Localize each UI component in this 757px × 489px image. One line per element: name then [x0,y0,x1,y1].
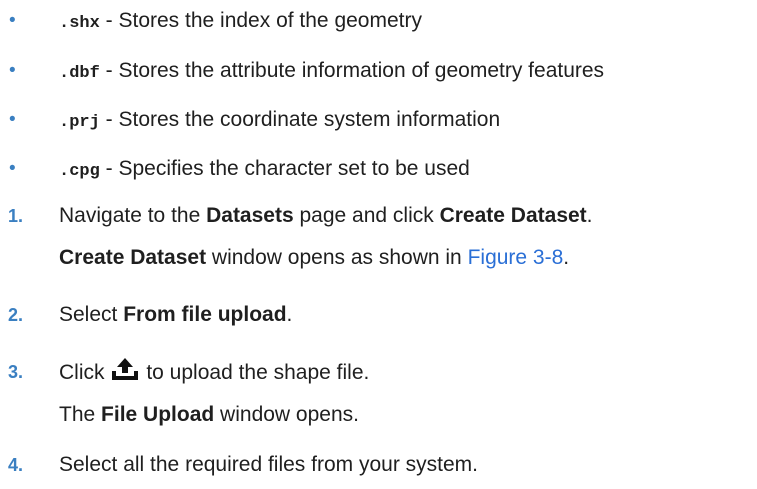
description: - Stores the index of the geometry [99,9,422,32]
step-number: 3. [8,362,24,382]
file-extension: .shx [59,14,100,33]
list-item-text: .shx - Stores the index of the geometry [59,6,422,36]
step-1: 1. Navigate to the Datasets page and cli… [0,201,757,231]
bullet-marker: • [9,158,16,179]
file-upload-window-label: File Upload [101,403,215,426]
step-text-part: . [586,204,593,227]
bullet-marker: • [9,60,16,81]
step-followup-text: Create Dataset window opens as shown in … [59,243,569,273]
step-text-part: Click [59,361,105,384]
file-extension: .dbf [59,64,100,83]
bullet-marker: • [9,10,16,31]
list-item-text: .cpg - Specifies the character set to be… [59,154,470,184]
step-text-part: window opens as shown in [206,246,468,269]
step-3-followup: The File Upload window opens. [0,400,757,430]
step-number: 2. [8,305,24,325]
step-text-part: . [563,246,570,269]
list-item: • .prj - Stores the coordinate system in… [0,105,757,135]
step-text: Click to upload the shape file. [59,357,369,387]
list-item: • .cpg - Specifies the character set to … [0,154,757,184]
step-1-followup: Create Dataset window opens as shown in … [0,243,757,273]
step-text: Select From file upload. [59,300,292,330]
step-number: 4. [8,455,24,475]
step-text-part: window opens. [214,403,359,426]
description: - Stores the coordinate system informati… [99,108,501,131]
step-text: Select all the required files from your … [59,453,478,476]
list-item: • .dbf - Stores the attribute informatio… [0,56,757,86]
description: - Stores the attribute information of ge… [99,59,605,82]
create-dataset-window-label: Create Dataset [59,246,207,269]
upload-icon [111,357,139,381]
figure-link[interactable]: Figure 3-8 [468,246,564,269]
list-item: • .shx - Stores the index of the geometr… [0,6,757,36]
step-followup-text: The File Upload window opens. [59,400,359,430]
list-item-text: .prj - Stores the coordinate system info… [59,105,500,135]
step-text-part: Select [59,303,124,326]
file-extension: .prj [59,113,100,132]
step-2: 2. Select From file upload. [0,300,757,330]
step-text: Navigate to the Datasets page and click … [59,201,593,231]
bullet-marker: • [9,109,16,130]
create-dataset-label: Create Dataset [439,204,587,227]
file-extension: .cpg [59,162,100,181]
step-text-part: to upload the shape file. [140,361,370,384]
step-text-part: The [59,403,102,426]
step-text-part: Navigate to the [59,204,207,227]
description: - Specifies the character set to be used [99,157,470,180]
datasets-label: Datasets [206,204,294,227]
step-text-part: page and click [293,204,440,227]
step-3: 3. Click to upload the shape file. [0,357,757,387]
list-item-text: .dbf - Stores the attribute information … [59,56,604,86]
document-page: • .shx - Stores the index of the geometr… [0,0,757,489]
from-file-upload-label: From file upload [123,303,287,326]
step-number: 1. [8,206,24,226]
step-text-part: . [286,303,293,326]
step-4: 4. Select all the required files from yo… [0,450,757,480]
